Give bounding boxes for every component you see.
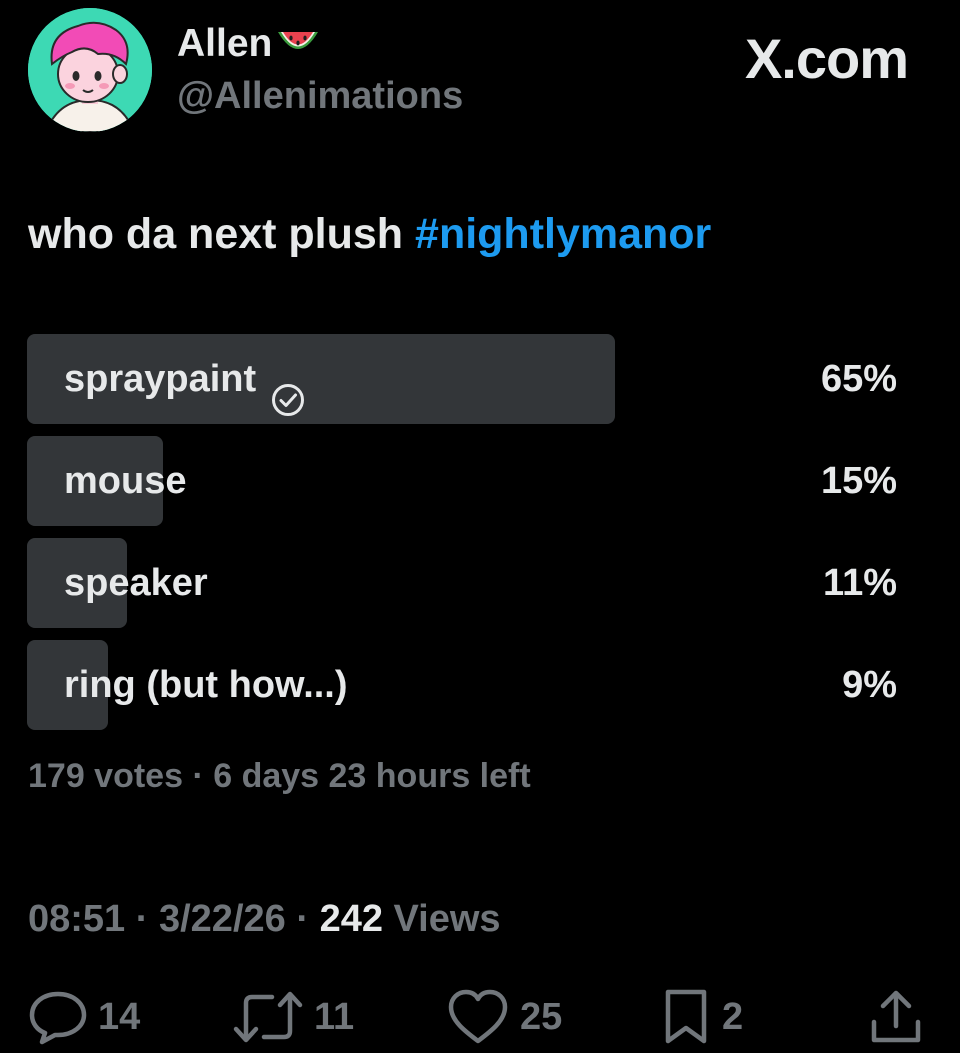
hashtag-link[interactable]: #nightlymanor [415, 210, 711, 258]
avatar-illustration [28, 8, 152, 132]
action-bar: 14 11 25 2 [0, 985, 960, 1049]
share-icon [868, 988, 924, 1046]
poll-option-percent: 9% [842, 664, 897, 706]
poll-option-percent: 65% [820, 358, 897, 400]
author-display-name[interactable]: Allen [177, 22, 322, 66]
reply-button[interactable]: 14 [28, 985, 140, 1049]
views-count: 242 [319, 898, 383, 940]
tweet-time[interactable]: 08:51 [28, 898, 125, 940]
tweet-text: who da next plush #nightlymanor [28, 208, 711, 260]
heart-icon [446, 989, 510, 1045]
author-name-text: Allen [177, 22, 273, 65]
tweet-body: who da next plush [28, 210, 416, 258]
avatar[interactable] [28, 8, 152, 132]
poll-option-mouse[interactable]: mouse 15% [27, 436, 897, 526]
timestamp-row: 08:51 · 3/22/26 · 242 Views [28, 895, 501, 943]
repost-count: 11 [314, 995, 355, 1038]
share-button[interactable] [868, 985, 924, 1049]
like-count: 25 [520, 995, 563, 1038]
poll-meta: 179 votes · 6 days 23 hours left [28, 754, 531, 798]
repost-button[interactable]: 11 [232, 985, 354, 1049]
poll-option-label: speaker [64, 562, 208, 604]
meta-separator: · [125, 898, 159, 940]
meta-separator: · [183, 757, 214, 795]
watermelon-icon [274, 24, 322, 64]
tweet-date[interactable]: 3/22/26 [159, 898, 286, 940]
poll-option-label: mouse [64, 460, 187, 502]
reply-count: 14 [98, 995, 141, 1038]
site-label: X.com [744, 27, 909, 90]
poll-option-label: spraypaint [64, 358, 257, 400]
poll-option-speaker[interactable]: speaker 11% [27, 538, 897, 628]
like-button[interactable]: 25 [446, 985, 562, 1049]
bookmark-icon [660, 988, 712, 1046]
bookmark-button[interactable]: 2 [660, 985, 743, 1049]
reply-icon [28, 989, 88, 1045]
poll: spraypaint 65% mouse 15% speaker 11% rin… [27, 334, 897, 742]
author-handle[interactable]: @Allenimations [177, 74, 463, 118]
views-label: Views [382, 898, 501, 940]
poll-option-ring[interactable]: ring (but how...) 9% [27, 640, 897, 730]
poll-option-percent: 11% [823, 562, 897, 604]
meta-separator: · [285, 898, 320, 940]
repost-icon [232, 989, 304, 1045]
poll-option-percent: 15% [820, 460, 897, 502]
poll-option-label: ring (but how...) [64, 664, 348, 706]
poll-votes: 179 votes [28, 757, 183, 795]
bookmark-count: 2 [722, 995, 744, 1038]
poll-time-left: 6 days 23 hours left [213, 757, 531, 795]
poll-option-spraypaint[interactable]: spraypaint 65% [27, 334, 897, 424]
check-circle-icon [270, 361, 306, 416]
